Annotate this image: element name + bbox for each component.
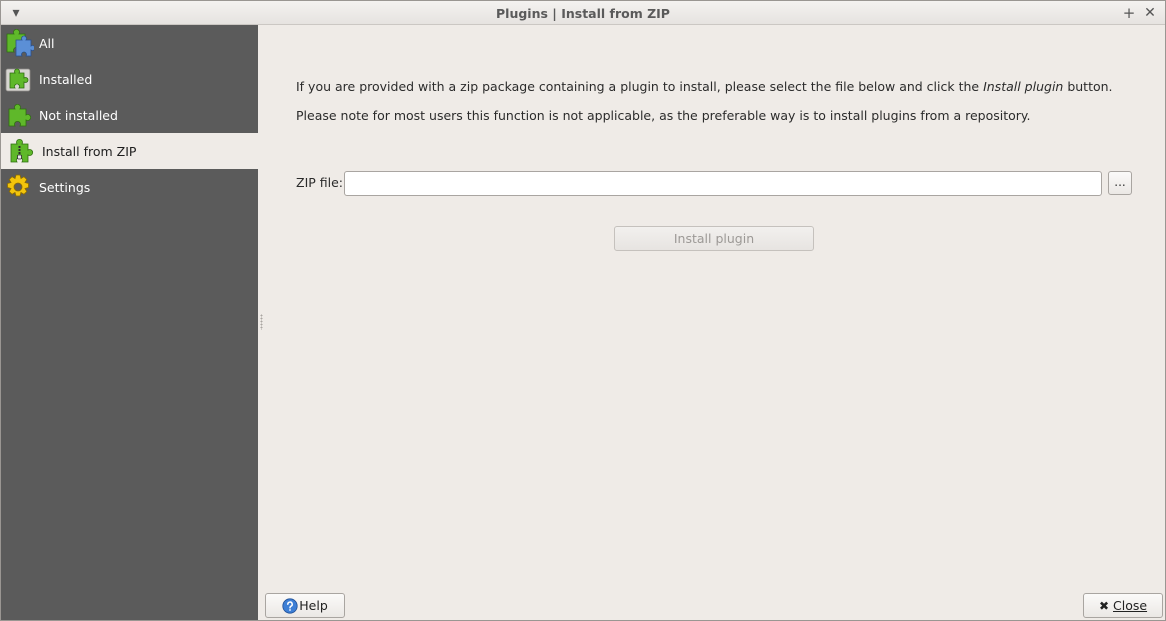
help-icon [282, 597, 298, 614]
install-plugin-button[interactable]: Install plugin [614, 226, 814, 251]
sidebar-item-label: Installed [39, 71, 93, 87]
sidebar-item-all[interactable]: All [1, 25, 258, 61]
close-window-button[interactable]: ✕ [1142, 5, 1158, 21]
help-button-label: Help [299, 598, 328, 613]
plugins-window: ▾ Plugins | Install from ZIP + ✕ All Ins… [0, 0, 1166, 621]
close-button[interactable]: ✖ Close [1083, 593, 1163, 618]
puzzle-not-installed-icon [8, 104, 31, 127]
puzzle-all-icon [6, 29, 34, 57]
gear-icon [7, 174, 29, 197]
browse-button[interactable]: ... [1108, 171, 1132, 195]
close-button-label: Close [1113, 598, 1148, 613]
title-bar: ▾ Plugins | Install from ZIP + ✕ [1, 1, 1165, 25]
note-text: Please note for most users this function… [296, 108, 1031, 123]
intro-text-suffix: button. [1063, 79, 1113, 94]
intro-text-emphasis: Install plugin [983, 79, 1064, 94]
help-button[interactable]: Help [265, 593, 345, 618]
sidebar: All Installed Not installed Install from… [1, 25, 258, 620]
intro-text: If you are provided with a zip package c… [296, 79, 1113, 94]
sidebar-item-settings[interactable]: Settings [1, 169, 258, 205]
install-from-zip-panel: If you are provided with a zip package c… [258, 25, 1165, 620]
sidebar-item-label: Settings [39, 179, 91, 195]
window-title: Plugins | Install from ZIP [496, 6, 670, 21]
puzzle-zip-icon [10, 139, 33, 163]
close-icon: ✖ [1098, 598, 1109, 613]
sidebar-item-install-from-zip[interactable]: Install from ZIP [1, 133, 258, 169]
sidebar-item-installed[interactable]: Installed [1, 61, 258, 97]
zip-file-input[interactable] [344, 171, 1102, 196]
zip-file-label: ZIP file: [296, 175, 344, 190]
maximize-button[interactable]: + [1121, 5, 1137, 21]
sidebar-item-label: All [39, 35, 55, 51]
sidebar-item-not-installed[interactable]: Not installed [1, 97, 258, 133]
sidebar-item-label: Install from ZIP [42, 143, 137, 159]
intro-text-prefix: If you are provided with a zip package c… [296, 79, 984, 94]
puzzle-installed-icon [5, 68, 31, 92]
sidebar-item-label: Not installed [39, 107, 118, 123]
